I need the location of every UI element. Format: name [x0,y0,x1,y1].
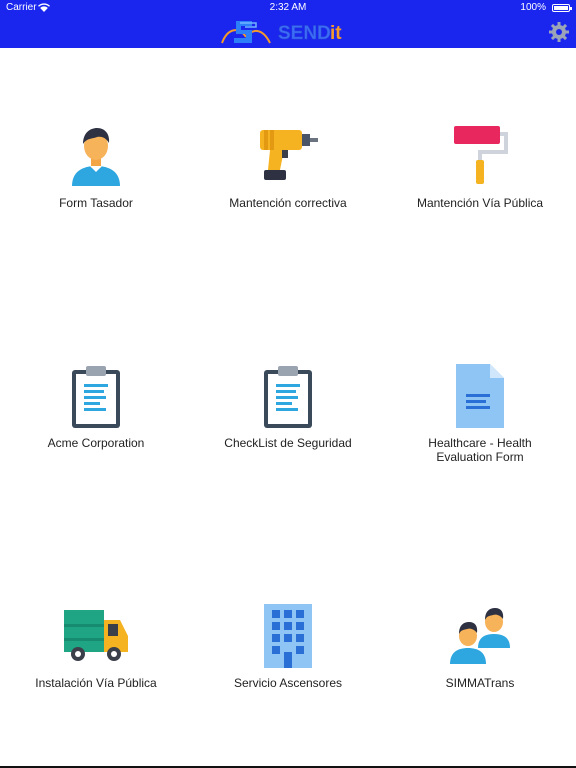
tile-label: SIMMATrans [445,676,515,690]
status-bar: Carrier 2:32 AM 100% [0,0,576,16]
battery-icon [552,4,572,12]
tile-healthcare-evaluation[interactable]: Healthcare - Health Evaluation Form [384,364,576,484]
building-icon [264,604,312,668]
tile-servicio-ascensores[interactable]: Servicio Ascensores [192,604,384,724]
status-time: 2:32 AM [269,2,307,13]
tile-instalacion-via-publica[interactable]: Instalación Vía Pública [0,604,192,724]
tile-form-tasador[interactable]: Form Tasador [0,124,192,244]
tile-acme-corporation[interactable]: Acme Corporation [0,364,192,484]
battery-percent: 100% [520,2,546,13]
svg-text:SEND: SEND [278,23,331,44]
tile-checklist-seguridad[interactable]: CheckList de Seguridad [192,364,384,484]
tile-mantencion-via-publica[interactable]: Mantención Vía Pública [384,124,576,244]
nav-bar: SEND it [0,16,576,48]
drill-icon [260,130,318,180]
tile-label: Instalación Vía Pública [35,676,157,690]
tile-label: Servicio Ascensores [233,676,343,690]
tile-label: CheckList de Seguridad [224,436,352,450]
settings-gear-icon[interactable] [548,21,570,48]
people-icon [450,608,510,664]
clipboard-icon [72,366,120,428]
truck-icon [64,610,128,661]
tile-mantencion-correctiva[interactable]: Mantención correctiva [192,124,384,244]
person-icon [72,128,120,186]
tile-label: Healthcare - Health Evaluation Form [428,436,532,464]
paint-roller-icon [454,126,508,184]
document-icon [456,364,504,428]
tile-simmatrans[interactable]: SIMMATrans [384,604,576,724]
app-logo: SEND it [218,17,358,52]
tile-label: Mantención correctiva [229,196,347,210]
svg-text:it: it [330,23,342,44]
form-grid: Form Tasador Mantención correctiva Mante… [0,48,576,766]
tile-label: Mantención Vía Pública [416,196,544,210]
tile-label: Acme Corporation [47,436,145,450]
tile-label: Form Tasador [59,196,133,210]
clipboard-icon [264,366,312,428]
